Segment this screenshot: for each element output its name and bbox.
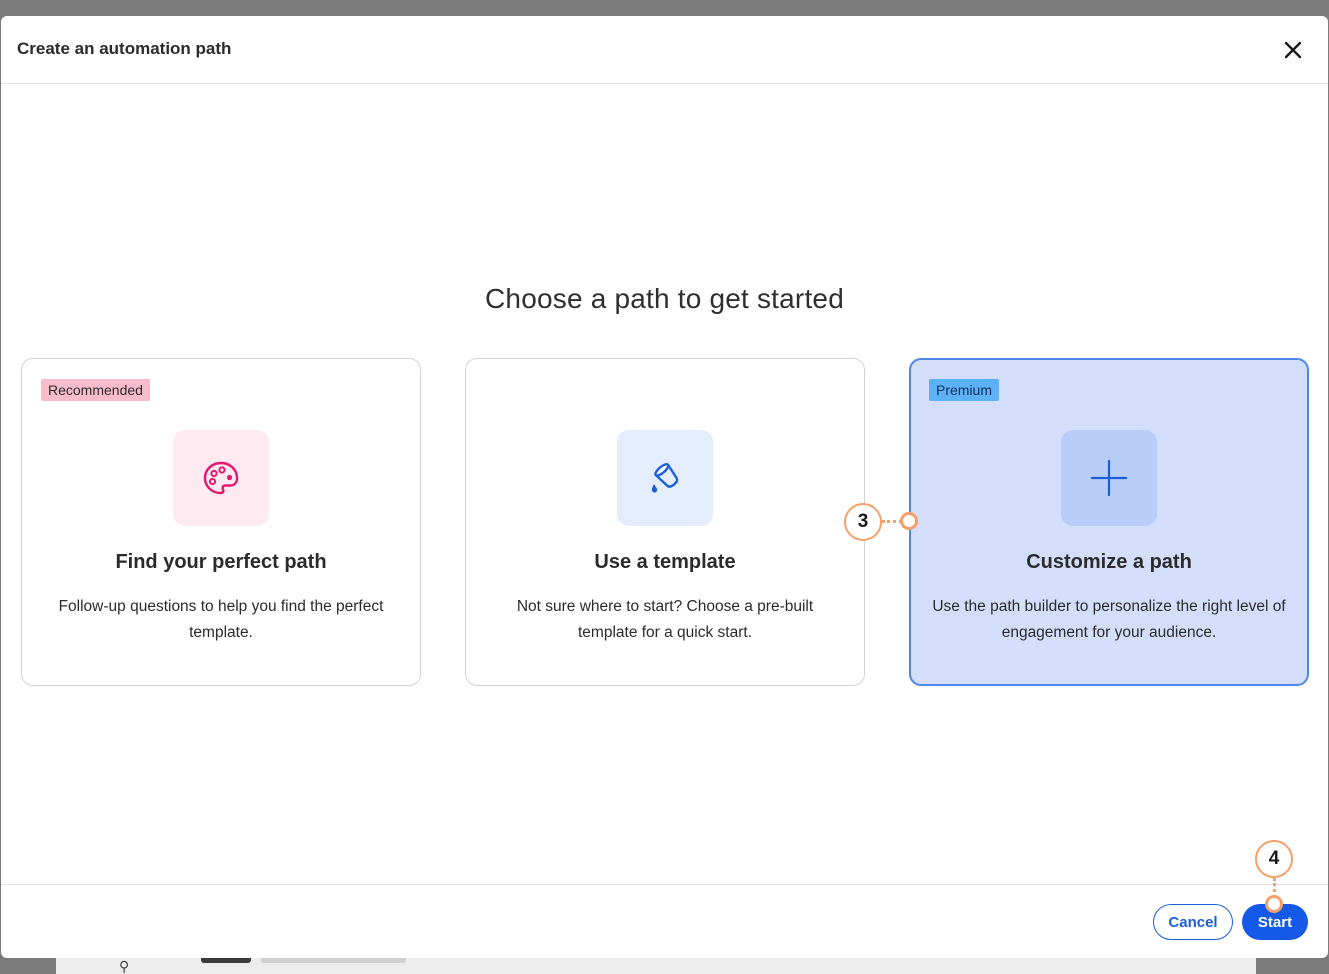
card-customize-path[interactable]: Premium Customize a path Use the path bu… [909,358,1309,686]
callout-3-connector [882,520,902,523]
card-description: Use the path builder to personalize the … [932,598,1286,641]
automation-path-dialog: Create an automation path Choose a path … [1,16,1328,958]
card-title: Use a template [594,551,736,573]
card-use-template[interactable]: Use a template Not sure where to start? … [465,358,865,686]
paint-bucket-icon [651,463,679,493]
card-icon-container [173,430,269,526]
card-title: Customize a path [1026,551,1192,573]
page-heading: Choose a path to get started [485,283,844,314]
card-icon-container [617,430,713,526]
callout-3-dot [900,512,918,530]
close-button[interactable] [1281,38,1305,62]
callout-4-dot [1265,895,1283,913]
card-icon-container [1061,430,1157,526]
callout-step-3: 3 [844,503,882,541]
card-find-perfect-path[interactable]: Recommended Find your perfect path Follo… [21,358,421,686]
callout-step-4: 4 [1255,840,1293,878]
dialog-title: Create an automation path [17,39,232,58]
card-title: Find your perfect path [115,551,327,573]
background-page-strip: ⚲ [56,957,1256,974]
card-description: Not sure where to start? Choose a pre-bu… [516,598,814,641]
dialog-header: Create an automation path [1,16,1328,84]
background-icon: ⚲ [119,958,130,974]
premium-badge: Premium [929,379,1000,401]
palette-icon [203,461,239,495]
plus-icon [1090,459,1128,497]
dialog-footer [1,884,1328,958]
cancel-button[interactable]: Cancel [1153,904,1233,940]
card-description: Follow-up questions to help you find the… [58,598,384,641]
recommended-badge: Recommended [41,379,150,401]
close-icon [1284,41,1302,59]
